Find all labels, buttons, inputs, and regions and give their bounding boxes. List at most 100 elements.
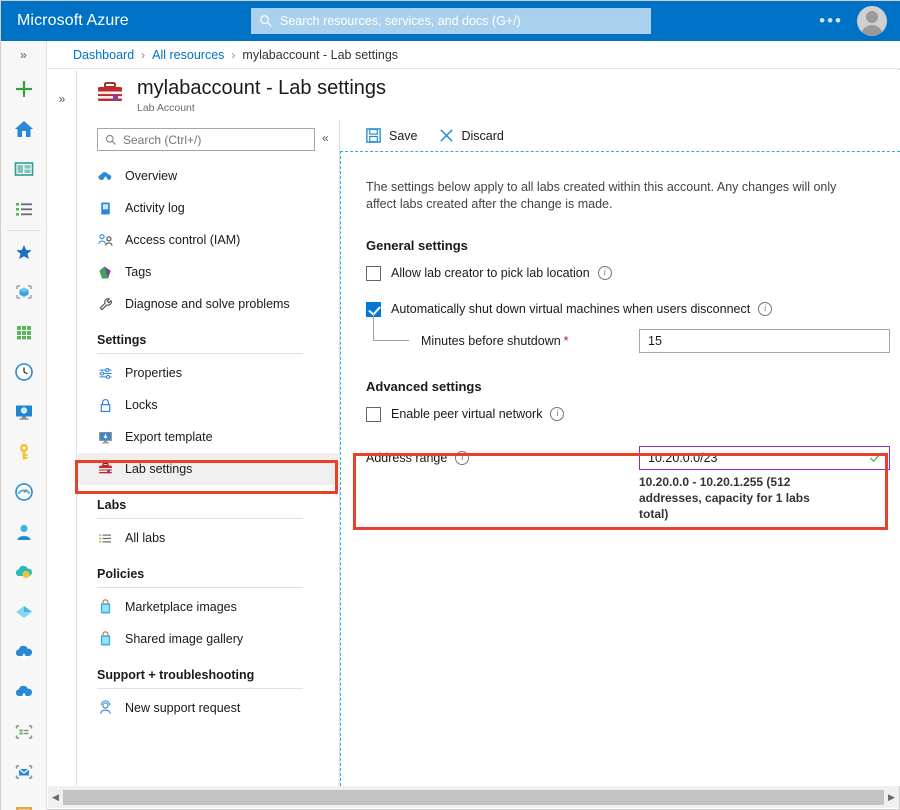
sidebar-item-all-labs[interactable]: All labs <box>78 522 340 554</box>
peer-virtual-network-checkbox[interactable] <box>366 407 381 422</box>
sidebar-group-labs: Labs <box>78 485 340 519</box>
rail-item-all-services[interactable] <box>1 189 47 229</box>
rail-item-mail[interactable] <box>1 752 47 792</box>
sidebar-item-shared-image-gallery[interactable]: Shared image gallery <box>78 623 340 655</box>
rail-item-app-services[interactable] <box>1 392 47 432</box>
auto-shutdown-row: Automatically shut down virtual machines… <box>366 298 900 320</box>
lock-icon <box>97 397 114 414</box>
sidebar-item-label: Tags <box>125 265 151 279</box>
save-button[interactable]: Save <box>365 127 418 144</box>
sidebar-item-overview[interactable]: Overview <box>78 160 340 192</box>
rail-icon-list: $ <box>1 69 46 810</box>
advanced-settings-heading: Advanced settings <box>366 379 900 394</box>
azure-brand-logo[interactable]: Microsoft Azure <box>17 12 129 30</box>
sidebar-item-new-support-request[interactable]: New support request <box>78 692 340 724</box>
rail-item-monitor[interactable] <box>1 472 47 512</box>
grid-icon <box>13 321 35 343</box>
sidebar-item-properties[interactable]: Properties <box>78 357 340 389</box>
avatar[interactable] <box>857 6 887 36</box>
sidebar-item-label: Access control (IAM) <box>125 233 240 247</box>
blade-expand-button[interactable]: » <box>48 70 77 786</box>
horizontal-scrollbar[interactable]: ◀ ▶ <box>48 786 899 808</box>
rail-item-recent[interactable] <box>1 352 47 392</box>
sidebar-item-tags[interactable]: Tags <box>78 256 340 288</box>
note-icon <box>13 801 35 810</box>
left-icon-rail: » <box>1 41 47 810</box>
sidebar-group-label: Support + troubleshooting <box>97 668 340 682</box>
discard-button[interactable]: Discard <box>438 127 504 144</box>
scrollbar-thumb[interactable] <box>63 790 884 805</box>
rail-item-home[interactable] <box>1 109 47 149</box>
sidebar-item-label: Shared image gallery <box>125 632 243 646</box>
azure-portal-window: Microsoft Azure Search resources, servic… <box>0 0 900 810</box>
sidebar-item-export-template[interactable]: Export template <box>78 421 340 453</box>
rail-item-cost-management[interactable] <box>1 552 47 592</box>
rail-item-resource-groups[interactable] <box>1 272 47 312</box>
sidebar-group-label: Labs <box>97 498 340 512</box>
rail-item-favorites[interactable] <box>1 232 47 272</box>
list-icon <box>13 198 35 220</box>
rail-item-active-directory[interactable] <box>1 512 47 552</box>
global-search-input[interactable]: Search resources, services, and docs (G+… <box>251 8 651 34</box>
rail-item-lab-services[interactable] <box>1 632 47 672</box>
rail-expand-button[interactable]: » <box>1 41 46 69</box>
breadcrumb-item-dashboard[interactable]: Dashboard <box>73 48 134 62</box>
sidebar-group-divider <box>97 587 303 588</box>
rail-item-key-vaults[interactable] <box>1 432 47 472</box>
rail-item-all-resources[interactable] <box>1 312 47 352</box>
avatar-head <box>866 11 878 23</box>
sidebar-item-locks[interactable]: Locks <box>78 389 340 421</box>
breadcrumb-item-current: mylabaccount - Lab settings <box>242 48 398 62</box>
rail-item-dashboard[interactable] <box>1 149 47 189</box>
mail-icon <box>13 761 35 783</box>
clock-icon <box>13 361 35 383</box>
rail-item-notifications[interactable] <box>1 792 47 810</box>
rail-item-create-resource[interactable] <box>1 69 47 109</box>
global-header: Microsoft Azure Search resources, servic… <box>1 1 900 41</box>
minutes-before-shutdown-row: Minutes before shutdown* 15 <box>366 326 900 356</box>
subscriptions-icon <box>13 721 35 743</box>
sidebar-collapse-button[interactable]: « <box>322 131 329 145</box>
marketplace-image-icon <box>97 599 114 616</box>
sidebar-item-label: Lab settings <box>125 462 192 476</box>
header-more-button[interactable]: ••• <box>819 11 843 31</box>
sidebar-item-label: Export template <box>125 430 213 444</box>
close-x-icon <box>438 127 455 144</box>
sidebar-item-access-control[interactable]: Access control (IAM) <box>78 224 340 256</box>
sidebar-item-marketplace-images[interactable]: Marketplace images <box>78 591 340 623</box>
diamond-icon <box>13 601 35 623</box>
scroll-right-arrow[interactable]: ▶ <box>884 792 899 803</box>
rail-item-devtest-labs[interactable] <box>1 672 47 712</box>
rail-item-subscriptions[interactable] <box>1 712 47 752</box>
cloud-coin-icon <box>13 561 35 583</box>
address-range-input[interactable]: 10.20.0.0/23 <box>639 446 890 470</box>
settings-form: The settings below apply to all labs cre… <box>341 152 900 526</box>
allow-lab-location-label: Allow lab creator to pick lab location <box>391 266 590 280</box>
address-range-help-text: 10.20.0.0 - 10.20.1.255 (512 addresses, … <box>639 474 839 522</box>
sidebar-item-lab-settings[interactable]: Lab settings <box>78 453 340 485</box>
wrench-icon <box>97 296 114 313</box>
sidebar-nav-list: Overview Activity log <box>78 160 340 724</box>
sidebar-item-activity-log[interactable]: Activity log <box>78 192 340 224</box>
blade-sidebar: Search (Ctrl+/) « Overview <box>78 120 340 786</box>
info-icon[interactable]: i <box>455 451 469 465</box>
intro-text: The settings below apply to all labs cre… <box>366 179 841 213</box>
info-icon[interactable]: i <box>758 302 772 316</box>
export-template-icon <box>97 429 114 446</box>
scroll-left-arrow[interactable]: ◀ <box>48 792 63 803</box>
discard-label: Discard <box>462 129 504 143</box>
content-panel: Save Discard The settings below apply to… <box>340 120 900 786</box>
home-icon <box>13 118 35 140</box>
minutes-before-shutdown-input[interactable]: 15 <box>639 329 890 353</box>
allow-lab-location-checkbox[interactable] <box>366 266 381 281</box>
info-icon[interactable]: i <box>550 407 564 421</box>
gauge-icon <box>13 481 35 503</box>
breadcrumb-item-all-resources[interactable]: All resources <box>152 48 224 62</box>
search-input[interactable]: Search (Ctrl+/) <box>97 128 315 151</box>
sidebar-item-diagnose[interactable]: Diagnose and solve problems <box>78 288 340 320</box>
sidebar-group-policies: Policies <box>78 554 340 588</box>
info-icon[interactable]: i <box>598 266 612 280</box>
breadcrumb: Dashboard › All resources › mylabaccount… <box>48 41 900 69</box>
rail-item-virtual-machines[interactable] <box>1 592 47 632</box>
address-range-label: Address range <box>366 451 447 465</box>
